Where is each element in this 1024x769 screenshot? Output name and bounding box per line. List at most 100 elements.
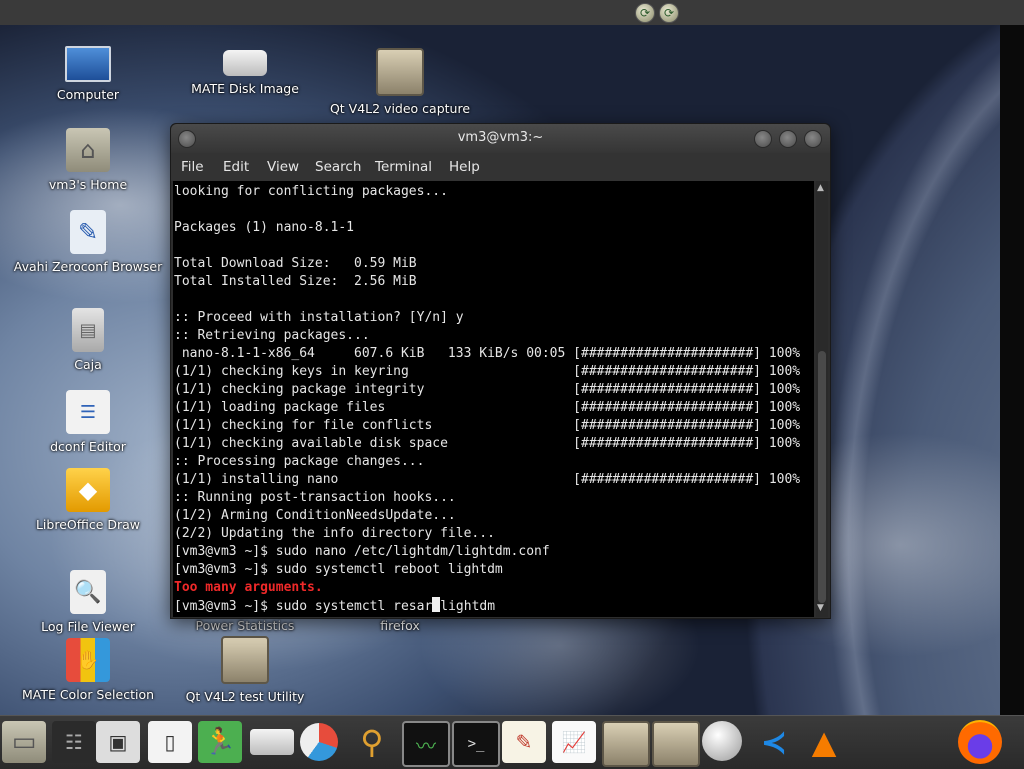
phone-icon[interactable]: ▯ — [148, 721, 192, 763]
desktop-icon-dconf[interactable]: ☰ dconf Editor — [8, 390, 168, 455]
terminal-line: Total Download Size: 0.59 MiB — [174, 256, 417, 271]
dconf-icon: ☰ — [66, 390, 110, 434]
terminal-window[interactable]: vm3@vm3:~ File Edit View Search Terminal… — [170, 123, 831, 619]
tray-update-icon[interactable]: ⟳ — [659, 3, 679, 23]
terminal-line: (1/1) checking for file conflicts [#####… — [174, 418, 801, 433]
desktop-icon-libreoffice-draw[interactable]: ◆ LibreOffice Draw — [8, 468, 168, 533]
terminal-prompt-line[interactable]: [vm3@vm3 ~]$ sudo systemctl resar lightdm — [174, 597, 495, 615]
webcam-icon — [221, 636, 269, 684]
terminal-line: Total Installed Size: 2.56 MiB — [174, 274, 417, 289]
vscode-icon[interactable]: ≺ — [752, 721, 796, 763]
terminal-error-line: Too many arguments. — [174, 580, 323, 595]
vlc-icon[interactable]: ▲ — [802, 721, 846, 763]
bottom-dock: ▭ ☷ ▣ ▯ 🏃 ⚲ 〰 >_ ✎ 📈 ≺ ▲ — [0, 715, 1024, 769]
search-icon[interactable]: ⚲ — [350, 721, 394, 763]
terminal-line: :: Retrieving packages... — [174, 328, 370, 343]
webcam-icon[interactable] — [652, 721, 700, 767]
exit-icon[interactable]: 🏃 — [198, 721, 242, 763]
desktop-icon-label: vm3's Home — [48, 177, 128, 192]
window-title: vm3@vm3:~ — [457, 130, 544, 145]
desktop-icon-label: LibreOffice Draw — [35, 517, 141, 532]
mixer-icon[interactable]: ☷ — [52, 721, 96, 763]
disk-image-icon — [223, 50, 267, 76]
terminal-line: :: Proceed with installation? [Y/n] y — [174, 310, 464, 325]
desktop-icon-label: Power Statistics — [195, 618, 295, 633]
libreoffice-draw-icon: ◆ — [66, 468, 110, 512]
menu-search[interactable]: Search — [315, 159, 361, 175]
terminal-line: (1/1) checking keys in keyring [########… — [174, 364, 801, 379]
menu-terminal[interactable]: Terminal — [375, 159, 432, 175]
terminal-line: :: Processing package changes... — [174, 454, 425, 469]
desktop-icon-label: Computer — [56, 87, 120, 102]
desktop-icon-firefox[interactable]: firefox — [320, 617, 480, 634]
scroll-up-icon[interactable]: ▲ — [817, 183, 824, 193]
home-folder-icon: ⌂ — [66, 128, 110, 172]
desktop-icon-log-viewer[interactable]: 🔍 Log File Viewer — [8, 570, 168, 635]
computer-icon — [65, 46, 111, 82]
firefox-icon[interactable] — [958, 720, 1002, 764]
desktop-icon-label: MATE Disk Image — [191, 81, 299, 96]
file-manager-icon[interactable]: ▭ — [2, 721, 46, 763]
terminal-output[interactable]: looking for conflicting packages... Pack… — [173, 181, 814, 617]
terminal-line: (2/2) Updating the info directory file..… — [174, 526, 495, 541]
screen-edge — [1000, 25, 1024, 715]
terminal-scrollbar[interactable]: ▲ ▼ — [816, 181, 828, 617]
desktop-icon-label: Caja — [74, 357, 102, 372]
terminal-line: [vm3@vm3 ~]$ sudo nano /etc/lightdm/ligh… — [174, 544, 550, 559]
text-editor-icon[interactable]: ✎ — [502, 721, 546, 763]
maximize-icon[interactable] — [779, 130, 797, 148]
close-icon[interactable] — [804, 130, 822, 148]
tray-update-icon[interactable]: ⟳ — [635, 3, 655, 23]
prompt-input-text: lightdm — [440, 599, 496, 614]
terminal-line: looking for conflicting packages... — [174, 184, 448, 199]
terminal-line: Packages (1) nano-8.1-1 — [174, 220, 355, 235]
scrollbar-thumb[interactable] — [818, 351, 826, 603]
webcam-icon[interactable] — [602, 721, 650, 767]
color-selection-icon: ✋ — [66, 638, 110, 682]
system-monitor-icon[interactable]: 〰 — [402, 721, 450, 767]
desktop-icon-label: Qt V4L2 test Utility — [185, 689, 305, 704]
desktop-icon-computer[interactable]: Computer — [8, 46, 168, 103]
desktop-icon-label: MATE Color Selection — [21, 687, 155, 702]
desktop-icon-label: Qt V4L2 video capture — [329, 101, 471, 116]
disk-icon[interactable] — [250, 729, 294, 755]
desktop-icon-home[interactable]: ⌂ vm3's Home — [8, 128, 168, 193]
desktop-icon-color-selection[interactable]: ✋ MATE Color Selection — [8, 638, 168, 703]
window-titlebar[interactable]: vm3@vm3:~ — [171, 124, 830, 153]
menu-edit[interactable]: Edit — [223, 159, 249, 175]
desktop-icon-disk-image[interactable]: MATE Disk Image — [165, 50, 325, 97]
log-viewer-icon: 🔍 — [70, 570, 106, 614]
top-panel: ⟳ ⟳ — [0, 0, 1024, 26]
terminal-line: nano-8.1-1-x86_64 607.6 KiB 133 KiB/s 00… — [174, 346, 801, 361]
desktop-icon-qt-v4l2-test[interactable]: Qt V4L2 test Utility — [165, 636, 325, 705]
disk-usage-icon[interactable] — [300, 723, 338, 761]
terminal-line: :: Running post-transaction hooks... — [174, 490, 456, 505]
menu-help[interactable]: Help — [449, 159, 480, 175]
terminal-icon[interactable]: >_ — [452, 721, 500, 767]
minimize-icon[interactable] — [754, 130, 772, 148]
terminal-line: (1/1) loading package files [###########… — [174, 400, 801, 415]
desktop-icon-caja[interactable]: ▤ Caja — [8, 308, 168, 373]
prompt-input-text: [vm3@vm3 ~]$ sudo systemctl resar — [174, 599, 433, 614]
menu-file[interactable]: File — [181, 159, 204, 175]
monitor-icon[interactable]: ▣ — [96, 721, 140, 763]
terminal-line: (1/1) checking available disk space [###… — [174, 436, 801, 451]
desktop-icon-label: dconf Editor — [50, 439, 126, 454]
terminal-line: (1/1) checking package integrity [######… — [174, 382, 801, 397]
scroll-down-icon[interactable]: ▼ — [817, 603, 824, 613]
desktop-icon-qt-v4l2-capture[interactable]: Qt V4L2 video capture — [320, 48, 480, 117]
terminal-line: [vm3@vm3 ~]$ sudo systemctl reboot light… — [174, 562, 503, 577]
menu-view[interactable]: View — [267, 159, 299, 175]
desktop-icon-avahi[interactable]: ✎ Avahi Zeroconf Browser — [8, 210, 168, 275]
desktop-icon-power-statistics[interactable]: Power Statistics — [165, 617, 325, 634]
terminal-line: (1/2) Arming ConditionNeedsUpdate... — [174, 508, 456, 523]
network-icon[interactable] — [702, 721, 742, 761]
terminal-line: (1/1) installing nano [#################… — [174, 472, 801, 487]
file-cabinet-icon: ▤ — [72, 308, 104, 352]
avahi-icon: ✎ — [70, 210, 106, 254]
desktop-icon-label: Avahi Zeroconf Browser — [13, 259, 163, 274]
menu-bar: File Edit View Search Terminal Help — [171, 153, 830, 181]
desktop-icon-label: Log File Viewer — [41, 619, 135, 634]
chart-icon[interactable]: 📈 — [552, 721, 596, 763]
webcam-icon — [376, 48, 424, 96]
